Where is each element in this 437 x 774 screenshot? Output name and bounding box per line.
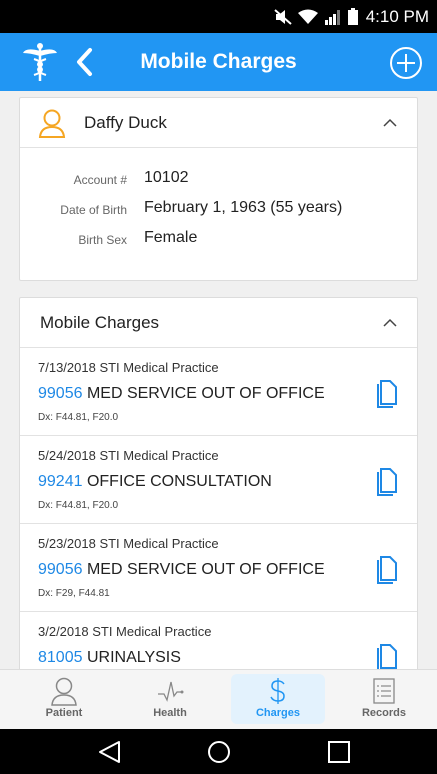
tab-label: Records [361, 707, 407, 719]
charge-code[interactable]: 99056 [38, 385, 83, 402]
charges-card-header[interactable]: Mobile Charges [20, 298, 417, 348]
nav-recents-icon[interactable] [326, 740, 352, 764]
list-icon [373, 678, 395, 704]
tab-health[interactable]: Health [123, 674, 217, 724]
bottom-tab-bar: Patient Health Charges Records [0, 669, 437, 729]
tab-label: Charges [255, 707, 301, 719]
patient-card: Daffy Duck Account # 10102 Date of Birth… [19, 97, 418, 281]
charges-card: Mobile Charges 7/13/2018 STI Medical Pra… [19, 297, 418, 669]
document-icon[interactable] [375, 554, 399, 584]
charge-description: OFFICE CONSULTATION [86, 473, 272, 490]
charge-item[interactable]: 3/2/2018 STI Medical Practice 81005 URIN… [20, 612, 417, 669]
person-icon [38, 109, 66, 138]
document-icon[interactable] [375, 642, 399, 669]
status-time: 4:10 PM [365, 6, 429, 26]
charge-item[interactable]: 7/13/2018 STI Medical Practice 99056 MED… [20, 348, 417, 436]
tab-patient[interactable]: Patient [17, 674, 111, 724]
document-icon[interactable] [375, 466, 399, 496]
charge-date-practice: 7/13/2018 STI Medical Practice [38, 360, 219, 375]
account-value: 10102 [144, 169, 189, 186]
charge-date-practice: 5/23/2018 STI Medical Practice [38, 536, 219, 551]
content-area: Daffy Duck Account # 10102 Date of Birth… [0, 91, 437, 669]
charges-section-title: Mobile Charges [40, 313, 160, 332]
info-row-birth-sex: Birth Sex Female [20, 228, 419, 252]
nav-home-icon[interactable] [206, 740, 232, 764]
page-title: Mobile Charges [140, 50, 297, 73]
dob-label: Date of Birth [60, 203, 127, 217]
system-nav-bar [0, 729, 437, 774]
wifi-icon [297, 9, 318, 24]
birth-sex-value: Female [144, 229, 198, 246]
charge-procedure: 81005 URINALYSIS [38, 649, 181, 667]
status-bar: 4:10 PM [0, 0, 437, 33]
charge-procedure: 99056 MED SERVICE OUT OF OFFICE [38, 561, 325, 579]
patient-card-header[interactable]: Daffy Duck [20, 98, 417, 148]
tab-charges[interactable]: Charges [231, 674, 325, 724]
account-label: Account # [73, 173, 127, 187]
charge-item[interactable]: 5/23/2018 STI Medical Practice 99056 MED… [20, 524, 417, 612]
battery-icon [347, 8, 358, 25]
charge-code[interactable]: 99056 [38, 561, 83, 578]
caduceus-logo-icon [23, 43, 57, 81]
document-icon[interactable] [375, 378, 399, 408]
birth-sex-label: Birth Sex [78, 233, 127, 247]
mute-icon [274, 8, 292, 25]
dollar-icon [270, 678, 285, 704]
charge-date-practice: 3/2/2018 STI Medical Practice [38, 624, 212, 639]
charge-dx: Dx: F44.81, F20.0 [38, 412, 119, 423]
chevron-up-icon[interactable] [383, 318, 397, 328]
charge-dx: Dx: F44.81, F20.0 [38, 500, 119, 511]
person-icon [51, 677, 77, 706]
heartbeat-icon [158, 681, 184, 702]
nav-back-icon[interactable] [97, 740, 123, 764]
add-circle-icon[interactable] [389, 46, 423, 80]
charge-code[interactable]: 99241 [38, 473, 83, 490]
charge-description: MED SERVICE OUT OF OFFICE [86, 561, 325, 578]
info-row-account: Account # 10102 [20, 168, 419, 192]
dob-value: February 1, 1963 (55 years) [144, 199, 343, 216]
charge-item[interactable]: 5/24/2018 STI Medical Practice 99241 OFF… [20, 436, 417, 524]
charge-description: MED SERVICE OUT OF OFFICE [86, 385, 325, 402]
charge-procedure: 99056 MED SERVICE OUT OF OFFICE [38, 385, 325, 403]
charge-date-practice: 5/24/2018 STI Medical Practice [38, 448, 219, 463]
chevron-up-icon[interactable] [383, 118, 397, 128]
charge-code[interactable]: 81005 [38, 649, 83, 666]
tab-records[interactable]: Records [337, 674, 431, 724]
info-row-dob: Date of Birth February 1, 1963 (55 years… [20, 198, 419, 222]
charge-dx: Dx: F29, F44.81 [38, 588, 110, 599]
charge-procedure: 99241 OFFICE CONSULTATION [38, 473, 272, 491]
patient-name: Daffy Duck [84, 113, 167, 132]
signal-icon [324, 9, 340, 25]
app-bar: Mobile Charges [0, 33, 437, 91]
tab-label: Patient [45, 707, 83, 719]
tab-label: Health [153, 707, 187, 719]
back-icon[interactable] [72, 46, 98, 78]
charge-description: URINALYSIS [86, 649, 181, 666]
